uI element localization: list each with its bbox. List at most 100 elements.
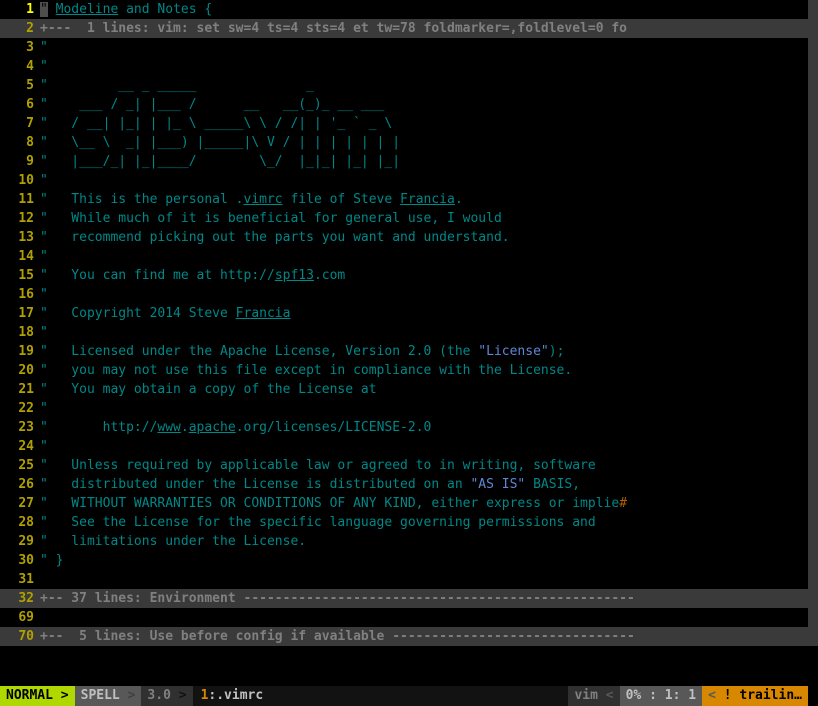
line-number: 25 — [0, 456, 40, 475]
line-content: " See the License for the specific langu… — [40, 513, 808, 532]
line-content: " Copyright 2014 Steve Francia — [40, 304, 808, 323]
line-content: " — [40, 171, 808, 190]
code-line[interactable]: 32+-- 37 lines: Environment ------------… — [0, 589, 808, 608]
code-line[interactable]: 14" — [0, 247, 808, 266]
line-content: " ___ / _| |___ / __ __(_)_ __ ___ — [40, 95, 808, 114]
scrollbar-track[interactable] — [808, 646, 818, 666]
line-number: 13 — [0, 228, 40, 247]
code-line[interactable]: 28" See the License for the specific lan… — [0, 513, 808, 532]
line-content: " You may obtain a copy of the License a… — [40, 380, 808, 399]
code-line[interactable]: 22" — [0, 399, 808, 418]
line-number: 21 — [0, 380, 40, 399]
code-line[interactable]: 13" recommend picking out the parts you … — [0, 228, 808, 247]
line-content: " — [40, 285, 808, 304]
line-content: " — [40, 57, 808, 76]
code-line[interactable]: 2+--- 1 lines: vim: set sw=4 ts=4 sts=4 … — [0, 19, 808, 38]
line-content: " Licensed under the Apache License, Ver… — [40, 342, 808, 361]
line-number: 19 — [0, 342, 40, 361]
line-content: " distributed under the License is distr… — [40, 475, 808, 494]
code-line[interactable]: 69 — [0, 608, 808, 627]
line-content: " \__ \ _| |___) |_____|\ V / | | | | | … — [40, 133, 808, 152]
line-number: 17 — [0, 304, 40, 323]
filetype-indicator: vim < — [568, 686, 619, 706]
code-line[interactable]: 17" Copyright 2014 Steve Francia — [0, 304, 808, 323]
code-line[interactable]: 3" — [0, 38, 808, 57]
code-line[interactable]: 7" / __| |_| | |_ \ _____\ \ / /| | '_ `… — [0, 114, 808, 133]
line-number: 28 — [0, 513, 40, 532]
scrollbar-thumb[interactable] — [808, 0, 818, 646]
line-content: " — [40, 38, 808, 57]
line-number: 1 — [0, 0, 40, 19]
line-content: " This is the personal .vimrc file of St… — [40, 190, 808, 209]
line-number: 32 — [0, 589, 40, 608]
code-line[interactable]: 15" You can find me at http://spf13.com — [0, 266, 808, 285]
line-number: 14 — [0, 247, 40, 266]
line-content: " http://www.apache.org/licenses/LICENSE… — [40, 418, 808, 437]
code-line[interactable]: 1" Modeline and Notes { — [0, 0, 808, 19]
code-line[interactable]: 18" — [0, 323, 808, 342]
version-indicator: 3.0 > — [141, 686, 192, 706]
editor-main[interactable]: 1" Modeline and Notes {2+--- 1 lines: vi… — [0, 0, 808, 686]
code-line[interactable]: 11" This is the personal .vimrc file of … — [0, 190, 808, 209]
line-content: " — [40, 323, 808, 342]
code-line[interactable]: 25" Unless required by applicable law or… — [0, 456, 808, 475]
code-line[interactable]: 9" |___/_| |_|____/ \_/ |_|_| |_| |_| — [0, 152, 808, 171]
line-number: 30 — [0, 551, 40, 570]
code-line[interactable]: 19" Licensed under the Apache License, V… — [0, 342, 808, 361]
mode-indicator: NORMAL > — [0, 686, 75, 706]
line-number: 20 — [0, 361, 40, 380]
line-content: +-- 5 lines: Use before config if availa… — [40, 627, 808, 646]
code-line[interactable]: 20" you may not use this file except in … — [0, 361, 808, 380]
line-number: 27 — [0, 494, 40, 513]
line-content: " — [40, 437, 808, 456]
line-number: 29 — [0, 532, 40, 551]
line-number: 18 — [0, 323, 40, 342]
line-number: 8 — [0, 133, 40, 152]
code-line[interactable]: 6" ___ / _| |___ / __ __(_)_ __ ___ — [0, 95, 808, 114]
code-line[interactable]: 29" limitations under the License. — [0, 532, 808, 551]
line-number: 24 — [0, 437, 40, 456]
code-line[interactable]: 23" http://www.apache.org/licenses/LICEN… — [0, 418, 808, 437]
line-content: " — [40, 247, 808, 266]
filename-indicator: 1:.vimrc — [193, 686, 569, 706]
code-line[interactable]: 12" While much of it is beneficial for g… — [0, 209, 808, 228]
line-number: 5 — [0, 76, 40, 95]
line-content — [40, 570, 808, 589]
line-number: 11 — [0, 190, 40, 209]
line-number: 23 — [0, 418, 40, 437]
code-line[interactable]: 30" } — [0, 551, 808, 570]
line-number: 3 — [0, 38, 40, 57]
line-content: " / __| |_| | |_ \ _____\ \ / /| | '_ ` … — [40, 114, 808, 133]
line-content — [40, 608, 808, 627]
line-number: 69 — [0, 608, 40, 627]
position-indicator: 0% : 1: 1 — [620, 686, 702, 706]
line-content: " Unless required by applicable law or a… — [40, 456, 808, 475]
code-line[interactable]: 21" You may obtain a copy of the License… — [0, 380, 808, 399]
line-content: " While much of it is beneficial for gen… — [40, 209, 808, 228]
line-number: 2 — [0, 19, 40, 38]
code-line[interactable]: 8" \__ \ _| |___) |_____|\ V / | | | | |… — [0, 133, 808, 152]
line-number: 15 — [0, 266, 40, 285]
line-number: 70 — [0, 627, 40, 646]
line-content: " __ _ _____ _ — [40, 76, 808, 95]
line-content: " you may not use this file except in co… — [40, 361, 808, 380]
code-line[interactable]: 24" — [0, 437, 808, 456]
line-content: +-- 37 lines: Environment --------------… — [40, 589, 808, 608]
code-line[interactable]: 31 — [0, 570, 808, 589]
code-line[interactable]: 4" — [0, 57, 808, 76]
warning-indicator: < ! trailin… — [702, 686, 808, 706]
line-number: 22 — [0, 399, 40, 418]
code-line[interactable]: 70+-- 5 lines: Use before config if avai… — [0, 627, 808, 646]
line-content: " Modeline and Notes { — [40, 0, 808, 19]
code-line[interactable]: 27" WITHOUT WARRANTIES OR CONDITIONS OF … — [0, 494, 808, 513]
line-content: " — [40, 399, 808, 418]
line-number: 6 — [0, 95, 40, 114]
line-number: 7 — [0, 114, 40, 133]
code-line[interactable]: 16" — [0, 285, 808, 304]
code-line[interactable]: 26" distributed under the License is dis… — [0, 475, 808, 494]
code-line[interactable]: 5" __ _ _____ _ — [0, 76, 808, 95]
line-number: 26 — [0, 475, 40, 494]
code-line[interactable]: 10" — [0, 171, 808, 190]
line-content: " You can find me at http://spf13.com — [40, 266, 808, 285]
line-content: " recommend picking out the parts you wa… — [40, 228, 808, 247]
